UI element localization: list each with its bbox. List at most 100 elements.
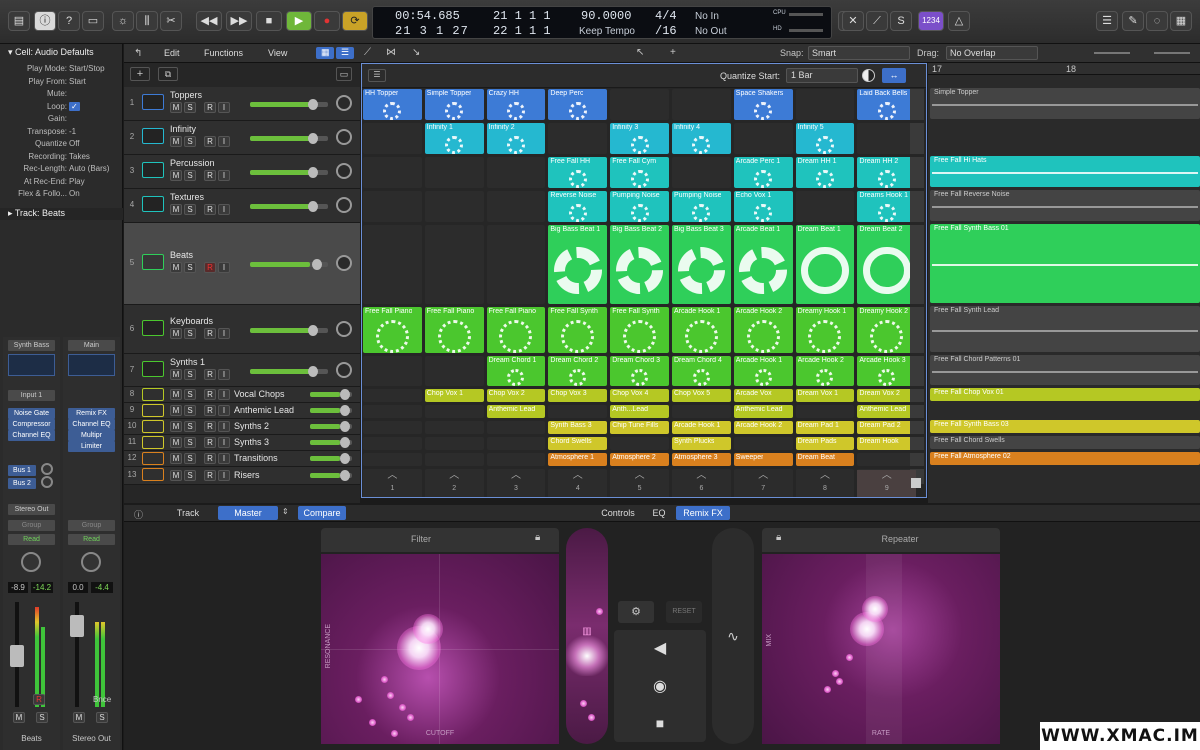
track-name[interactable]: Risers xyxy=(234,470,260,480)
row-stop-trigger[interactable] xyxy=(910,453,924,466)
loop-cell[interactable]: Free Fall Piano xyxy=(363,307,422,353)
loop-cell[interactable]: Space Shakers xyxy=(733,89,793,120)
input-monitor-button[interactable]: I xyxy=(218,204,230,215)
loop-cell[interactable]: Sweeper xyxy=(733,453,793,466)
edit-menu[interactable]: Edit xyxy=(164,48,180,58)
solo-button[interactable]: S xyxy=(184,453,196,464)
loop-cell[interactable]: Dream Hook xyxy=(857,437,917,450)
empty-cell[interactable] xyxy=(548,405,608,418)
track-name[interactable]: Transitions xyxy=(234,453,278,463)
record-enable-button[interactable]: R xyxy=(204,470,216,481)
track-name[interactable]: Percussion xyxy=(170,158,215,168)
cell-inspector-header[interactable]: ▾ Cell: Audio Defaults xyxy=(0,47,123,59)
empty-cell[interactable] xyxy=(672,405,731,418)
view-menu[interactable]: View xyxy=(268,48,287,58)
flex-icon[interactable]: ⋈ xyxy=(386,47,396,58)
inspector-button[interactable]: ⓘ xyxy=(34,11,56,31)
param-value[interactable]: -1 xyxy=(69,127,76,136)
empty-cell[interactable] xyxy=(424,421,484,434)
plugin-slot[interactable]: Multipr xyxy=(68,430,115,441)
inspector-param-row[interactable]: Recording: Takes xyxy=(0,152,123,163)
inspector-param-row[interactable]: Transpose: -1 xyxy=(0,127,123,138)
record-enable-button[interactable]: R xyxy=(204,328,216,339)
loop-cell[interactable]: Dream HH 2 xyxy=(857,157,917,188)
empty-cell[interactable] xyxy=(486,453,546,466)
loop-cell[interactable]: Arcade Hook 1 xyxy=(733,356,793,386)
track-header[interactable]: 4 Textures M S R I xyxy=(124,189,360,223)
loop-cell[interactable]: Dream Chord 4 xyxy=(672,356,731,386)
strip-setting[interactable]: Main xyxy=(68,340,115,351)
forward-button[interactable]: ▶▶ xyxy=(226,11,252,31)
loop-cell[interactable]: Deep Perc xyxy=(548,89,608,120)
loop-cell[interactable]: Big Bass Beat 2 xyxy=(610,225,669,304)
loop-cell[interactable]: Arcade Hook 2 xyxy=(795,356,855,386)
loop-cell[interactable]: Arcade Hook 3 xyxy=(857,356,917,386)
reset-button[interactable]: RESET xyxy=(666,601,702,623)
tape-stop-button[interactable]: ■ xyxy=(614,706,706,740)
loop-cell[interactable]: Chord Swells xyxy=(548,437,608,450)
browser-button[interactable]: ▦ xyxy=(1170,11,1192,31)
duplicate-track-button[interactable]: ⧉ xyxy=(158,67,178,81)
filter-xy-pad[interactable]: RESONANCE CUTOFF xyxy=(321,554,559,744)
group-slot[interactable]: Group xyxy=(8,520,55,531)
controls-tab[interactable]: Controls xyxy=(594,506,642,520)
plugin-slot[interactable]: Compressor xyxy=(8,419,55,430)
loop-cell[interactable]: Infinity 3 xyxy=(610,123,669,154)
volume-thumb[interactable] xyxy=(308,366,318,377)
quantize-start-select[interactable]: 1 Bar xyxy=(786,68,858,83)
scene-trigger[interactable]: ︿ 9 xyxy=(857,470,917,497)
input-monitor-button[interactable]: I xyxy=(218,405,230,416)
empty-cell[interactable] xyxy=(486,191,546,222)
param-value[interactable]: Off xyxy=(69,139,80,148)
pencil-tool-icon[interactable]: + xyxy=(670,47,676,58)
inspector-param-row[interactable]: At Rec-End: Play xyxy=(0,177,123,188)
volume-slider[interactable] xyxy=(310,453,352,464)
volume-thumb[interactable] xyxy=(340,421,350,432)
empty-cell[interactable] xyxy=(424,356,484,386)
audio-region[interactable]: Free Fall Chop Vox 01 xyxy=(930,388,1200,401)
audio-region[interactable]: Free Fall Hi Hats xyxy=(930,156,1200,187)
volume-thumb[interactable] xyxy=(312,259,322,270)
inspector-param-row[interactable]: Quantize Off xyxy=(0,139,123,150)
audio-region[interactable]: Free Fall Synth Bass 03 xyxy=(930,420,1200,433)
lcd-tempo-mode[interactable]: Keep Tempo xyxy=(579,26,635,37)
list-editors-button[interactable]: ☰ xyxy=(1096,11,1118,31)
track-header[interactable]: 3 Percussion M S R I xyxy=(124,155,360,189)
mute-button[interactable]: M xyxy=(170,437,182,448)
record-enable-button[interactable]: R xyxy=(204,453,216,464)
wobble-slider[interactable]: ∿ xyxy=(712,528,754,744)
mute-button[interactable]: M xyxy=(170,170,182,181)
loop-cell[interactable]: Arcade Hook 1 xyxy=(672,307,731,353)
loop-cell[interactable]: Arcade Hook 2 xyxy=(733,307,793,353)
scene-trigger[interactable]: ︿ 7 xyxy=(733,470,793,497)
inspector-param-row[interactable]: Play Mode: Start/Stop xyxy=(0,64,123,75)
record-enable-button[interactable]: R xyxy=(204,437,216,448)
loop-cell[interactable]: Dreams Hook 1 xyxy=(857,191,917,222)
loop-cell[interactable]: Pumping Noise xyxy=(672,191,731,222)
track-name[interactable]: Toppers xyxy=(170,90,202,100)
snap-select[interactable]: Smart xyxy=(808,46,910,60)
input-monitor-button[interactable]: I xyxy=(218,389,230,400)
loop-cell[interactable]: Synth Plucks xyxy=(672,437,731,450)
row-stop-trigger[interactable] xyxy=(910,356,924,386)
track-header[interactable]: 5 Beats M S R I xyxy=(124,223,360,305)
loop-cell[interactable]: Infinity 4 xyxy=(672,123,731,154)
track-name[interactable]: Synths 1 xyxy=(170,357,205,367)
eq-thumbnail[interactable] xyxy=(68,354,115,376)
volume-thumb[interactable] xyxy=(308,201,318,212)
volume-fader[interactable] xyxy=(10,645,24,667)
catch-icon[interactable]: ↘ xyxy=(412,47,420,58)
pan-knob[interactable] xyxy=(336,321,352,337)
mute-button[interactable]: M xyxy=(170,262,182,273)
record-enable-button[interactable]: R xyxy=(204,405,216,416)
stop-button[interactable]: ■ xyxy=(256,11,282,31)
volume-slider[interactable] xyxy=(310,470,352,481)
quick-help-button[interactable]: ? xyxy=(58,11,80,31)
inspector-param-row[interactable]: Mute: xyxy=(0,89,123,100)
lcd-display[interactable]: 00:54.685 21 3 1 27 21 1 1 1 22 1 1 1 90… xyxy=(372,6,832,39)
tracks-view-button[interactable]: ☰ xyxy=(336,47,354,59)
scene-trigger[interactable]: ︿ 6 xyxy=(672,470,731,497)
loop-cell[interactable]: Dream Vox 2 xyxy=(857,389,917,402)
solo-button[interactable]: S xyxy=(184,369,196,380)
loop-cell[interactable]: Anthemic Lead xyxy=(733,405,793,418)
